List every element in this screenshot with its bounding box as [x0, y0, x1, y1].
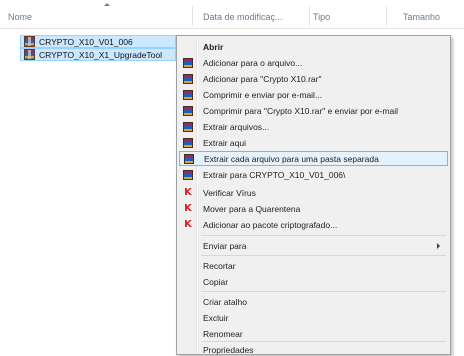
winrar-icon	[183, 57, 193, 68]
file-row[interactable]: CRYPTO_X10_X1_UpgradeTool	[20, 48, 176, 61]
menu-item-label: Criar atalho	[203, 296, 247, 307]
menu-item-label: Adicionar para o arquivo...	[203, 57, 303, 68]
winrar-icon	[184, 153, 194, 164]
menu-item-label: Adicionar para "Crypto X10.rar"	[203, 73, 322, 84]
menu-separator	[201, 255, 446, 256]
menu-item-label: Propriedades	[203, 345, 254, 355]
menu-item-extract-to-folder[interactable]: Extrair para CRYPTO_X10_V01_006\	[179, 167, 448, 182]
winrar-archive-icon	[24, 36, 35, 47]
menu-item-extract-files[interactable]: Extrair arquivos...	[179, 119, 448, 134]
menu-item-add-to-rar[interactable]: Adicionar para "Crypto X10.rar"	[179, 71, 448, 86]
menu-item-compress-rar-email[interactable]: Comprimir para "Crypto X10.rar" e enviar…	[179, 103, 448, 118]
menu-item-label: Verificar Vírus	[203, 187, 256, 198]
column-date-modified[interactable]: Data de modificaç...	[203, 12, 283, 22]
menu-item-extract-each-separate[interactable]: Extrair cada arquivo para uma pasta sepa…	[179, 151, 448, 166]
menu-item-add-encrypted-package[interactable]: K Adicionar ao pacote criptografado...	[179, 217, 448, 232]
menu-item-cut[interactable]: Recortar	[179, 258, 448, 273]
winrar-icon	[183, 169, 193, 180]
menu-item-quarantine[interactable]: K Mover para a Quarentena	[179, 201, 448, 216]
column-size[interactable]: Tamanho	[403, 12, 440, 22]
menu-item-open[interactable]: Abrir	[179, 39, 448, 54]
menu-item-copy[interactable]: Copiar	[179, 274, 448, 289]
sort-arrow-icon[interactable]	[104, 3, 110, 6]
winrar-icon	[183, 89, 193, 100]
kaspersky-icon: K	[184, 186, 192, 198]
column-name[interactable]: Nome	[8, 12, 32, 22]
menu-item-label: Renomear	[203, 328, 243, 339]
menu-item-create-shortcut[interactable]: Criar atalho	[179, 294, 448, 309]
kaspersky-icon: K	[184, 218, 192, 230]
menu-item-label: Extrair cada arquivo para uma pasta sepa…	[204, 153, 379, 164]
menu-item-compress-email[interactable]: Comprimir e enviar por e-mail...	[179, 87, 448, 102]
file-row[interactable]: CRYPTO_X10_V01_006	[20, 35, 176, 48]
column-divider[interactable]	[386, 6, 387, 26]
winrar-archive-icon	[24, 49, 35, 60]
menu-item-label: Enviar para	[203, 240, 247, 251]
menu-item-delete[interactable]: Excluir	[179, 310, 448, 325]
menu-item-label: Comprimir e enviar por e-mail...	[203, 89, 323, 100]
menu-item-label: Abrir	[203, 41, 224, 52]
menu-item-scan-virus[interactable]: K Verificar Vírus	[179, 185, 448, 200]
menu-item-label: Mover para a Quarentena	[203, 203, 301, 214]
winrar-icon	[183, 137, 193, 148]
menu-item-label: Recortar	[203, 260, 236, 271]
menu-item-extract-here[interactable]: Extrair aqui	[179, 135, 448, 150]
menu-item-label: Copiar	[203, 276, 229, 287]
column-divider[interactable]	[309, 6, 310, 26]
menu-item-label: Comprimir para "Crypto X10.rar" e enviar…	[203, 105, 398, 116]
column-divider[interactable]	[192, 6, 193, 26]
file-name: CRYPTO_X10_V01_006	[39, 36, 133, 47]
column-header-bar: Nome Data de modificaç... Tipo Tamanho	[0, 0, 464, 29]
menu-separator	[201, 291, 446, 292]
winrar-icon	[183, 121, 193, 132]
file-name: CRYPTO_X10_X1_UpgradeTool	[39, 49, 163, 60]
menu-item-send-to[interactable]: Enviar para	[179, 238, 448, 253]
menu-item-properties[interactable]: Propriedades	[179, 339, 448, 355]
menu-item-add-to-archive[interactable]: Adicionar para o arquivo...	[179, 55, 448, 70]
winrar-icon	[183, 105, 193, 116]
context-menu: Abrir Adicionar para o arquivo... Adicio…	[176, 35, 451, 355]
menu-item-label: Extrair para CRYPTO_X10_V01_006\	[203, 169, 346, 180]
menu-item-label: Extrair aqui	[203, 137, 246, 148]
submenu-arrow-icon	[437, 243, 440, 249]
kaspersky-icon: K	[184, 202, 192, 214]
menu-separator	[201, 235, 446, 236]
winrar-icon	[183, 73, 193, 84]
column-type[interactable]: Tipo	[313, 12, 330, 22]
menu-item-label: Adicionar ao pacote criptografado...	[203, 219, 338, 230]
menu-item-label: Excluir	[203, 312, 229, 323]
menu-item-label: Extrair arquivos...	[203, 121, 270, 132]
